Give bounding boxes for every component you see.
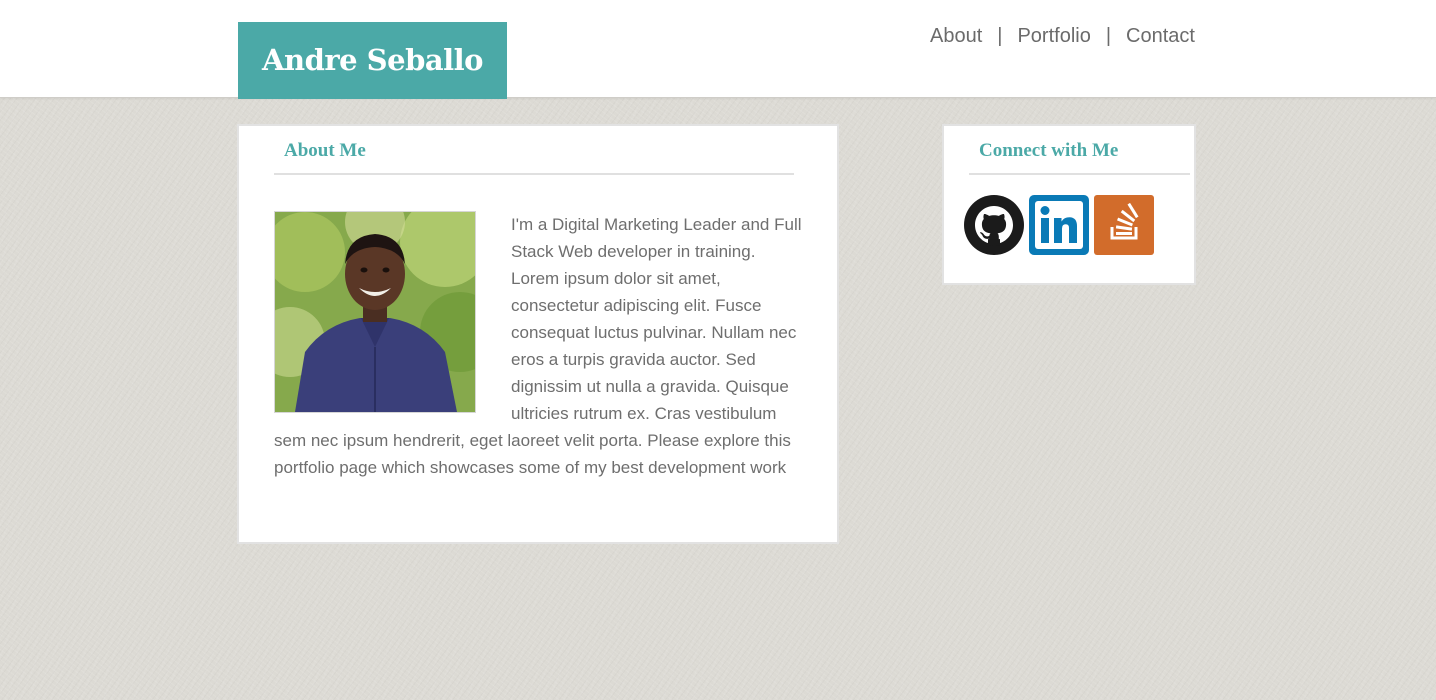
main-nav: About | Portfolio | Contact [930, 22, 1195, 50]
nav-link-portfolio[interactable]: Portfolio [1017, 25, 1090, 48]
profile-photo [274, 211, 476, 413]
site-brand[interactable]: Andre Seballo [238, 22, 507, 99]
social-links [964, 195, 1154, 255]
connect-card: Connect with Me [942, 124, 1196, 285]
nav-link-about[interactable]: About [930, 25, 982, 48]
linkedin-icon[interactable] [1029, 195, 1089, 255]
about-title: About Me [284, 140, 366, 161]
about-body: I'm a Digital Marketing Leader and Full … [274, 211, 807, 481]
nav-link-contact[interactable]: Contact [1126, 25, 1195, 48]
github-icon[interactable] [964, 195, 1024, 255]
nav-separator: | [1105, 24, 1112, 47]
about-title-divider [274, 173, 794, 175]
connect-title-divider [969, 173, 1190, 175]
portrait-image [275, 212, 475, 412]
connect-title: Connect with Me [979, 140, 1119, 161]
about-card: About Me I'm a Digital Marketing Leader … [237, 124, 839, 544]
nav-separator: | [997, 24, 1003, 47]
site-header: Andre Seballo About | Portfolio | Contac… [0, 0, 1436, 99]
stackoverflow-icon[interactable] [1094, 195, 1154, 255]
